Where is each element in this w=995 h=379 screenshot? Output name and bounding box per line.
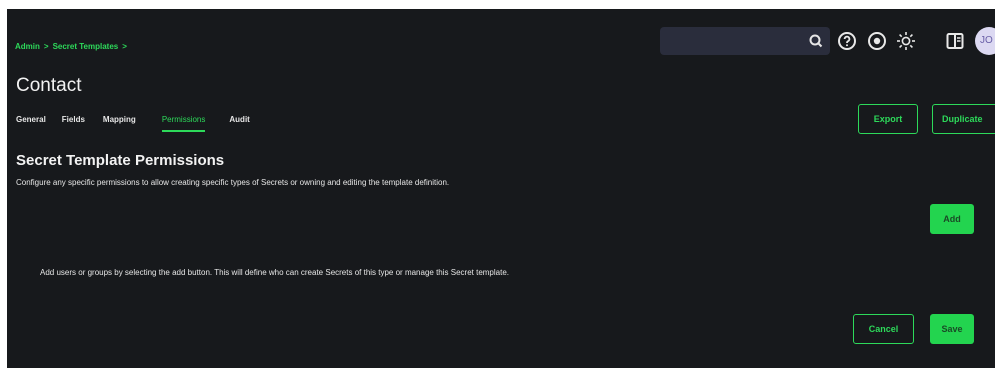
- breadcrumb-item-admin[interactable]: Admin: [15, 42, 40, 51]
- tab-general[interactable]: General: [16, 115, 46, 132]
- theme-sun-icon[interactable]: [895, 30, 917, 52]
- page-title: Contact: [16, 75, 82, 96]
- tab-audit[interactable]: Audit: [229, 115, 249, 132]
- breadcrumb-separator: >: [43, 42, 49, 51]
- tab-bar: General Fields Mapping Permissions Audit: [16, 115, 250, 132]
- app-frame: Admin > Secret Templates > JO Contact Ge…: [7, 9, 995, 368]
- export-button[interactable]: Export: [858, 104, 918, 134]
- tab-fields[interactable]: Fields: [62, 115, 85, 132]
- help-icon[interactable]: [836, 30, 858, 52]
- tab-permissions[interactable]: Permissions: [161, 115, 206, 132]
- empty-state-message: Add users or groups by selecting the add…: [40, 268, 509, 277]
- tab-mapping[interactable]: Mapping: [103, 115, 136, 132]
- search-box[interactable]: [660, 27, 830, 55]
- section-title: Secret Template Permissions: [16, 152, 225, 169]
- record-icon[interactable]: [866, 30, 888, 52]
- search-icon[interactable]: [808, 33, 824, 49]
- avatar[interactable]: JO: [975, 27, 995, 55]
- panel-toggle-icon[interactable]: [944, 30, 966, 52]
- section-description: Configure any specific permissions to al…: [16, 178, 450, 187]
- breadcrumb: Admin > Secret Templates >: [15, 42, 127, 51]
- breadcrumb-item-secret-templates[interactable]: Secret Templates: [53, 42, 119, 51]
- duplicate-button[interactable]: Duplicate: [932, 104, 995, 134]
- save-button[interactable]: Save: [930, 314, 974, 344]
- cancel-button[interactable]: Cancel: [853, 314, 914, 344]
- add-button[interactable]: Add: [930, 204, 974, 234]
- breadcrumb-separator: >: [122, 42, 127, 51]
